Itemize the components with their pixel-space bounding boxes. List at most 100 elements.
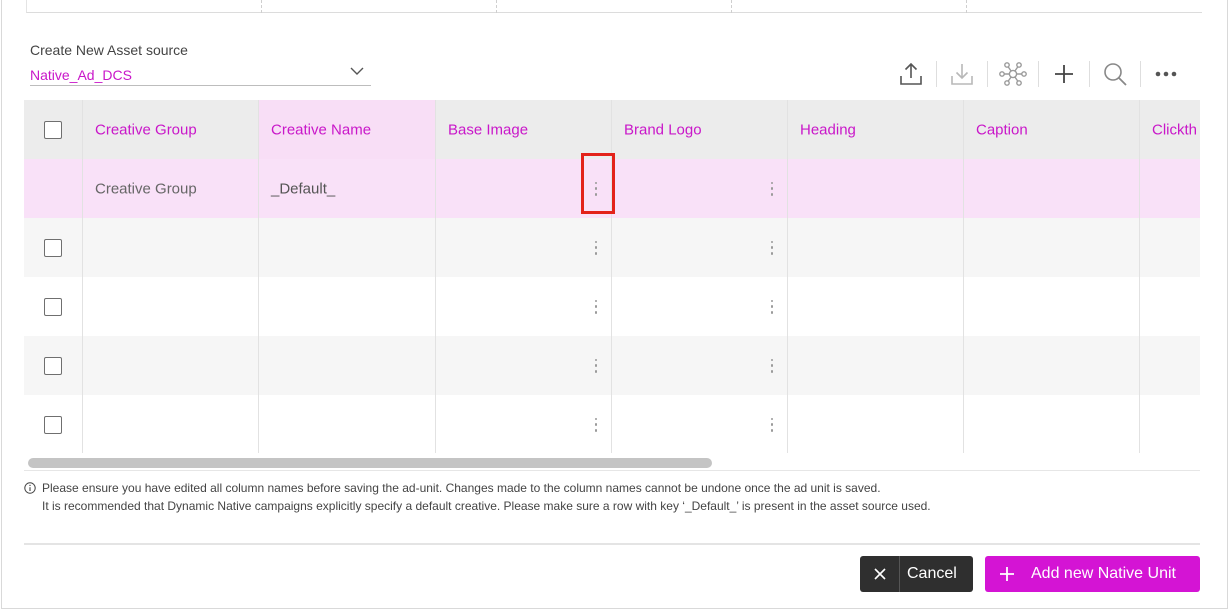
asset-source-dropdown[interactable]: Native_Ad_DCS [30,63,371,86]
upload-button[interactable] [889,58,933,90]
cell-menu-icon[interactable] [769,240,775,255]
cell-menu-icon[interactable] [769,417,775,432]
cell-brand-logo[interactable] [612,395,788,453]
horizontal-scrollbar[interactable] [24,456,1200,471]
cell-caption[interactable] [964,336,1140,395]
cell-creative-name[interactable] [259,277,436,336]
cell-creative-name[interactable]: _Default_ [259,159,436,218]
table-row[interactable] [24,218,1200,277]
cell-menu-icon[interactable] [769,299,775,314]
cell-caption[interactable] [964,395,1140,453]
add-native-unit-label: Add new Native Unit [1031,565,1176,582]
cell-menu-icon[interactable] [593,417,599,432]
cell-creative-name[interactable] [259,218,436,277]
chevron-down-icon [350,67,364,75]
cell-clickthrough[interactable] [1140,277,1200,336]
more-options-button[interactable] [1144,58,1188,90]
cell-menu-icon[interactable] [593,240,599,255]
cell-heading[interactable] [788,159,964,218]
row-checkbox[interactable] [44,297,62,316]
cell-creative-group[interactable] [83,277,259,336]
download-button[interactable] [940,58,984,90]
scrollbar-thumb[interactable] [28,458,712,468]
toolbar-divider [987,61,988,87]
row-checkbox[interactable] [44,238,62,257]
cell-clickthrough[interactable] [1140,159,1200,218]
cell-caption[interactable] [964,218,1140,277]
cell-menu-icon[interactable] [593,358,599,373]
toolbar [889,58,1188,90]
cell-value: Creative Group [95,180,197,197]
column-header-label: Clickth [1152,121,1198,138]
grid-header-row: Creative Group Creative Name Base Image … [24,100,1200,159]
cancel-button-label: Cancel [907,565,957,582]
cell-heading[interactable] [788,336,964,395]
note-line-1: Please ensure you have edited all column… [42,481,881,495]
column-header-brand-logo[interactable]: Brand Logo [612,100,788,159]
column-header-label: Base Image [448,121,529,138]
cell-caption[interactable] [964,277,1140,336]
cell-brand-logo[interactable] [612,336,788,395]
row-select-cell [24,218,83,277]
plus-icon [1055,65,1073,83]
cell-base-image[interactable] [436,218,612,277]
cell-brand-logo[interactable] [612,277,788,336]
column-header-label: Creative Name [271,121,372,138]
column-divider [731,0,732,13]
close-icon [860,556,900,592]
cell-brand-logo[interactable] [612,218,788,277]
cell-menu-icon[interactable] [593,299,599,314]
cell-creative-group[interactable] [83,218,259,277]
cell-caption[interactable] [964,159,1140,218]
column-header-caption[interactable]: Caption [964,100,1140,159]
cell-creative-name[interactable] [259,395,436,453]
toolbar-divider [1140,61,1141,87]
note-line-2: It is recommended that Dynamic Native ca… [42,499,931,513]
asset-source-label: Create New Asset source [30,42,188,58]
toolbar-divider [1089,61,1090,87]
download-icon [951,64,973,85]
add-row-button[interactable] [1042,58,1086,90]
column-header-label: Creative Group [95,121,197,138]
cell-clickthrough[interactable] [1140,218,1200,277]
cell-clickthrough[interactable] [1140,395,1200,453]
table-row[interactable]: Creative Group _Default_ [24,159,1200,218]
cell-base-image[interactable] [436,159,612,218]
column-header-clickthrough[interactable]: Clickth [1140,100,1200,159]
table-row[interactable] [24,395,1200,453]
notes-section: Please ensure you have edited all column… [24,479,931,515]
toolbar-divider [1038,61,1039,87]
asset-grid: Creative Group Creative Name Base Image … [24,100,1200,453]
table-row[interactable] [24,336,1200,395]
table-row[interactable] [24,277,1200,336]
search-button[interactable] [1093,58,1137,90]
row-checkbox[interactable] [44,415,62,434]
column-header-creative-group[interactable]: Creative Group [83,100,259,159]
row-select-cell [24,395,83,453]
cell-base-image[interactable] [436,395,612,453]
cell-heading[interactable] [788,218,964,277]
row-select-cell [24,277,83,336]
cell-heading[interactable] [788,395,964,453]
cell-creative-group[interactable] [83,395,259,453]
cell-base-image[interactable] [436,336,612,395]
cell-menu-icon[interactable] [769,358,775,373]
cancel-button[interactable]: Cancel [860,556,973,592]
cell-creative-group[interactable] [83,336,259,395]
network-button[interactable] [991,58,1035,90]
add-native-unit-button[interactable]: Add new Native Unit [985,556,1200,592]
row-select-cell [24,159,83,218]
cell-menu-icon[interactable] [593,181,599,196]
cell-base-image[interactable] [436,277,612,336]
row-checkbox[interactable] [44,356,62,375]
cell-creative-name[interactable] [259,336,436,395]
cell-menu-icon[interactable] [769,181,775,196]
cell-clickthrough[interactable] [1140,336,1200,395]
cell-brand-logo[interactable] [612,159,788,218]
column-header-creative-name[interactable]: Creative Name [259,100,436,159]
cell-creative-group[interactable]: Creative Group [83,159,259,218]
column-header-base-image[interactable]: Base Image [436,100,612,159]
column-header-heading[interactable]: Heading [788,100,964,159]
select-all-checkbox[interactable] [44,120,62,139]
cell-heading[interactable] [788,277,964,336]
